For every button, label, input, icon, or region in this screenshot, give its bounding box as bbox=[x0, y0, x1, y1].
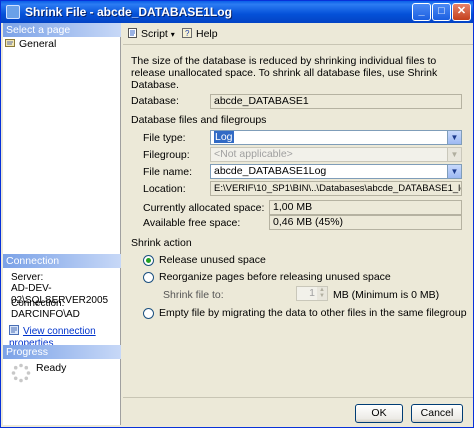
help-icon: ? bbox=[182, 28, 192, 38]
release-unused-label[interactable]: Release unused space bbox=[159, 254, 266, 267]
connection-header: Connection bbox=[3, 254, 121, 268]
file-type-combo[interactable]: Log ▼ bbox=[210, 130, 462, 145]
chevron-down-icon[interactable]: ▼ bbox=[447, 131, 461, 144]
reorganize-radio[interactable] bbox=[143, 272, 154, 283]
divider bbox=[123, 397, 473, 398]
toolbar: Script ▾ ? Help bbox=[123, 23, 473, 45]
database-label: Database: bbox=[131, 95, 179, 107]
minimize-button[interactable]: _ bbox=[412, 3, 431, 21]
shrink-file-dialog: Shrink File - abcde_DATABASE1Log _ □ ✕ S… bbox=[0, 0, 474, 428]
maximize-button[interactable]: □ bbox=[432, 3, 451, 21]
filegroup-label: Filegroup: bbox=[143, 149, 190, 161]
reorganize-label[interactable]: Reorganize pages before releasing unused… bbox=[159, 271, 391, 284]
chevron-down-icon: ▾ bbox=[170, 30, 175, 39]
free-space-field: 0,46 MB (45%) bbox=[269, 215, 462, 230]
title-bar[interactable]: Shrink File - abcde_DATABASE1Log _ □ ✕ bbox=[1, 1, 473, 23]
page-item-label: General bbox=[19, 38, 57, 50]
release-unused-radio[interactable] bbox=[143, 255, 154, 266]
script-button[interactable]: Script ▾ bbox=[127, 27, 175, 42]
empty-file-radio[interactable] bbox=[143, 308, 154, 319]
empty-file-label[interactable]: Empty file by migrating the data to othe… bbox=[159, 307, 467, 320]
svg-text:?: ? bbox=[185, 29, 190, 38]
progress-spinner-icon bbox=[11, 363, 31, 383]
shrink-file-value: 1 bbox=[309, 287, 315, 299]
ok-button[interactable]: OK bbox=[355, 404, 403, 423]
script-label: Script bbox=[141, 28, 168, 40]
chevron-down-icon: ▼ bbox=[447, 148, 461, 161]
cancel-button[interactable]: Cancel bbox=[411, 404, 463, 423]
page-item-general[interactable]: General bbox=[5, 37, 119, 51]
shrink-file-unit: MB (Minimum is 0 MB) bbox=[333, 289, 440, 301]
location-field: E:\VERIF\10_SP1\BIN\..\Databases\abcde_D… bbox=[210, 181, 462, 196]
group-title: Database files and filegroups bbox=[131, 114, 267, 126]
window-title: Shrink File - abcde_DATABASE1Log bbox=[25, 5, 232, 19]
script-icon bbox=[128, 28, 137, 38]
left-pane: Select a page General Connection Server:… bbox=[3, 23, 121, 425]
database-icon bbox=[6, 5, 20, 19]
file-name-combo[interactable]: abcde_DATABASE1Log ▼ bbox=[210, 164, 462, 179]
general-page: The size of the database is reduced by s… bbox=[123, 45, 473, 397]
help-label: Help bbox=[196, 28, 218, 40]
select-page-header: Select a page bbox=[3, 23, 121, 37]
location-label: Location: bbox=[143, 183, 186, 195]
database-field: abcde_DATABASE1 bbox=[210, 94, 462, 109]
file-type-value: Log bbox=[214, 131, 234, 143]
shrink-action-title: Shrink action bbox=[131, 237, 192, 249]
chevron-down-icon[interactable]: ▼ bbox=[447, 165, 461, 178]
help-button[interactable]: ? Help bbox=[182, 27, 218, 41]
description-text: The size of the database is reduced by s… bbox=[131, 55, 438, 91]
progress-header: Progress bbox=[3, 345, 121, 359]
shrink-file-stepper: 1 ▲ ▼ bbox=[296, 286, 328, 301]
file-name-value: abcde_DATABASE1Log bbox=[214, 165, 327, 177]
connection-value: DARCINFO\AD bbox=[11, 309, 80, 320]
stepper-arrows-icon: ▲ ▼ bbox=[317, 287, 327, 300]
progress-status: Ready bbox=[36, 362, 67, 374]
file-name-label: File name: bbox=[143, 166, 193, 178]
allocated-space-label: Currently allocated space: bbox=[143, 202, 265, 214]
shrink-file-to-label: Shrink file to: bbox=[163, 289, 224, 301]
page-icon bbox=[5, 39, 15, 47]
file-type-label: File type: bbox=[143, 132, 186, 144]
allocated-space-field: 1,00 MB bbox=[269, 200, 462, 215]
filegroup-combo: <Not applicable> ▼ bbox=[210, 147, 462, 162]
filegroup-value: <Not applicable> bbox=[214, 148, 293, 160]
close-button[interactable]: ✕ bbox=[452, 3, 471, 21]
properties-icon bbox=[9, 325, 19, 335]
free-space-label: Available free space: bbox=[143, 217, 241, 229]
